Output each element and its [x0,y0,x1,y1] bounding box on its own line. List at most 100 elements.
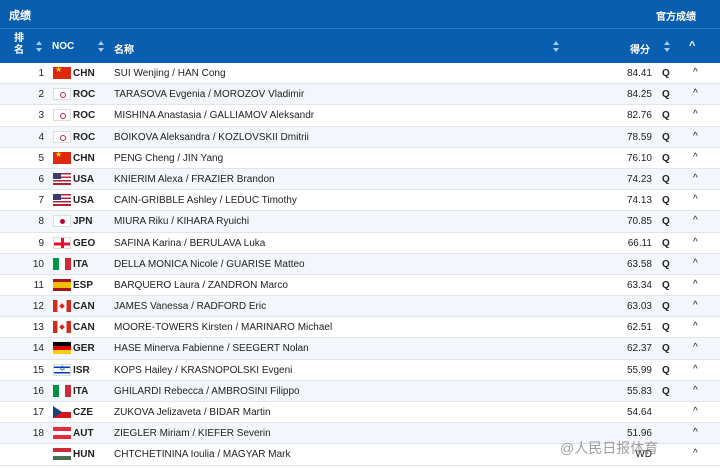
qualified-badge: Q [662,131,670,143]
athlete-names-cell[interactable]: BARQUERO Laura / ZANDRON Marco [114,280,288,291]
athlete-names-cell[interactable]: CAIN-GRIBBLE Ashley / LEDUC Timothy [114,195,297,206]
ita-flag-icon [53,384,71,397]
athlete-names-cell[interactable]: CHTCHETININA Ioulia / MAGYAR Mark [114,449,291,460]
table-row[interactable]: 1 CHN SUI Wenjing / HAN Cong 84.41 Q ^ [0,63,720,85]
table-row[interactable]: 17 CZE ZUKOVA Jelizaveta / BIDAR Martin 54.… [0,402,720,424]
table-row[interactable]: 4 ROC BOIKOVA Aleksandra / KOZLOVSKII Dmit… [0,126,720,148]
expand-row-icon[interactable]: ^ [693,300,698,311]
rank-cell: 13 [32,322,44,334]
athlete-names-cell[interactable]: SAFINA Karina / BERULAVA Luka [114,238,265,249]
expand-row-icon[interactable]: ^ [693,173,698,184]
rank-cell: 8 [38,216,44,228]
noc-cell: JPN [73,216,93,228]
sort-rank-icon[interactable] [36,41,42,53]
table-row[interactable]: 16 ITA GHILARDI Rebecca / AMBROSINI Filipp… [0,380,720,402]
table-row[interactable]: 9 GEO SAFINA Karina / BERULAVA Luka 66.11 Q ^ [0,233,720,254]
expand-row-icon[interactable]: ^ [693,67,698,78]
noc-cell: ISR [73,364,90,376]
rank-cell: 4 [38,131,44,143]
score-column-header[interactable]: 得分 [630,41,650,56]
athlete-names-cell[interactable]: HASE Minerva Fabienne / SEEGERT Nolan [114,343,309,354]
name-column-header[interactable]: 名称 [114,41,134,56]
qualified-badge: Q [662,279,670,291]
roc-flag-icon [53,109,71,122]
expand-row-icon[interactable]: ^ [693,109,698,120]
noc-cell: CHN [73,152,95,164]
expand-row-icon[interactable]: ^ [693,237,698,248]
table-row[interactable]: 5 CHN PENG Cheng / JIN Yang 76.10 Q ^ [0,148,720,169]
expand-row-icon[interactable]: ^ [693,448,698,459]
rank-cell: 3 [38,110,44,122]
athlete-names-cell[interactable]: GHILARDI Rebecca / AMBROSINI Filippo [114,386,300,397]
athlete-names-cell[interactable]: MOORE-TOWERS Kirsten / MARINARO Michael [114,322,332,333]
expand-row-icon[interactable]: ^ [693,406,698,417]
noc-cell: GEO [73,237,96,249]
athlete-names-cell[interactable]: MIURA Riku / KIHARA Ryuichi [114,216,249,227]
expand-row-icon[interactable]: ^ [693,131,698,142]
table-row[interactable]: 7 USA CAIN-GRIBBLE Ashley / LEDUC Timothy 7… [0,190,720,212]
ita-flag-icon [53,257,71,270]
expand-row-icon[interactable]: ^ [693,258,698,269]
table-row[interactable]: 13 CAN MOORE-TOWERS Kirsten / MARINARO Mic… [0,317,720,339]
collapse-all-icon[interactable]: ^ [689,40,695,52]
expand-row-icon[interactable]: ^ [693,321,698,332]
rank-cell: 9 [38,237,44,249]
geo-flag-icon [53,236,71,249]
table-row[interactable]: 14 GER HASE Minerva Fabienne / SEEGERT Nol… [0,338,720,360]
table-row[interactable]: 3 ROC MISHINA Anastasia / GALLIAMOV Aleksa… [0,105,720,127]
score-cell: 63.34 [626,279,652,291]
table-row[interactable]: 2 ROC TARASOVA Evgenia / MOROZOV Vladimir 8… [0,84,720,106]
expand-row-icon[interactable]: ^ [693,364,698,375]
aut-flag-icon [53,427,71,440]
noc-cell: GER [73,343,95,355]
expand-row-icon[interactable]: ^ [693,215,698,226]
score-cell: 54.64 [626,407,652,418]
official-results-link[interactable]: 官方成绩 [656,8,696,23]
expand-row-icon[interactable]: ^ [693,427,698,438]
athlete-names-cell[interactable]: JAMES Vanessa / RADFORD Eric [114,301,266,312]
table-row[interactable]: 15 ISR KOPS Hailey / KRASNOPOLSKI Evgeni 55… [0,360,720,381]
score-cell: 55.99 [626,364,652,376]
score-cell: 63.58 [626,258,652,270]
rank-cell: 6 [38,173,44,185]
sort-noc-icon[interactable] [98,41,104,53]
expand-row-icon[interactable]: ^ [693,152,698,163]
athlete-names-cell[interactable]: PENG Cheng / JIN Yang [114,153,223,164]
table-row[interactable]: 8 JPN MIURA Riku / KIHARA Ryuichi 70.85 Q ^ [0,211,720,233]
expand-row-icon[interactable]: ^ [693,194,698,205]
noc-cell: CAN [73,301,95,313]
noc-cell: ROC [73,131,96,143]
qualified-badge: Q [662,68,670,79]
athlete-names-cell[interactable]: ZIEGLER Miriam / KIEFER Severin [114,428,271,439]
expand-row-icon[interactable]: ^ [693,385,698,396]
noc-cell: HUN [73,449,95,461]
chn-flag-icon [53,67,71,79]
athlete-names-cell[interactable]: SUI Wenjing / HAN Cong [114,68,226,79]
table-row[interactable]: 6 USA KNIERIM Alexa / FRAZIER Brandon 74.23… [0,168,720,191]
score-cell: 55.83 [626,385,652,397]
athlete-names-cell[interactable]: TARASOVA Evgenia / MOROZOV Vladimir [114,89,304,100]
rank-column-header[interactable]: 排名 [12,33,26,57]
noc-column-header[interactable]: NOC [52,41,74,52]
athlete-names-cell[interactable]: KNIERIM Alexa / FRAZIER Brandon [114,174,275,185]
table-row[interactable]: 12 CAN JAMES Vanessa / RADFORD Eric 63.03 Q ^ [0,296,720,318]
expand-row-icon[interactable]: ^ [693,88,698,99]
expand-row-icon[interactable]: ^ [693,342,698,353]
score-cell: 62.37 [626,343,652,355]
qualified-badge: Q [662,364,670,376]
table-row[interactable]: 11 ESP BARQUERO Laura / ZANDRON Marco 63.34… [0,275,720,297]
expand-row-icon[interactable]: ^ [693,279,698,290]
rank-cell: 10 [32,258,44,270]
table-row[interactable]: 10 ITA DELLA MONICA Nicole / GUARISE Matte… [0,253,720,275]
sort-score-icon[interactable] [664,41,670,53]
athlete-names-cell[interactable]: ZUKOVA Jelizaveta / BIDAR Martin [114,407,271,418]
usa-flag-icon [53,172,71,185]
athlete-names-cell[interactable]: DELLA MONICA Nicole / GUARISE Matteo [114,259,305,270]
athlete-names-cell[interactable]: MISHINA Anastasia / GALLIAMOV Aleksandr [114,110,314,121]
athlete-names-cell[interactable]: KOPS Hailey / KRASNOPOLSKI Evgeni [114,365,292,376]
score-cell: 66.11 [627,237,652,249]
score-cell: 76.10 [626,152,652,164]
table-header: 排名 NOC 名称 得分 ^ [0,28,720,63]
sort-name-icon[interactable] [553,41,559,53]
athlete-names-cell[interactable]: BOIKOVA Aleksandra / KOZLOVSKII Dmitrii [114,132,309,143]
